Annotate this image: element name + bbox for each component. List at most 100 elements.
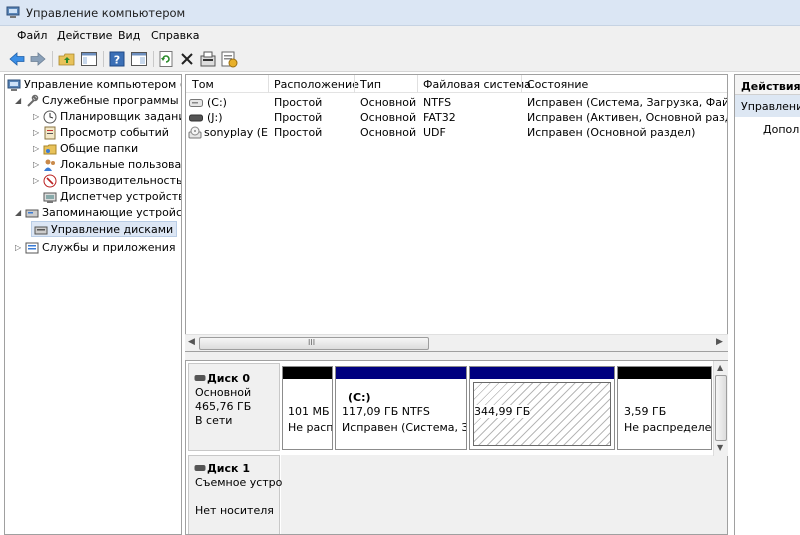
tree-item-label: Службы и приложения [42, 241, 176, 254]
export-icon[interactable] [220, 50, 238, 68]
expanded-arrow-icon[interactable]: ◢ [15, 93, 25, 109]
clock-icon [43, 110, 57, 124]
forward-arrow-icon[interactable] [29, 50, 47, 68]
column-divider[interactable] [521, 75, 522, 93]
event-viewer-icon [44, 126, 56, 140]
tree-item-event-viewer[interactable]: ▷ Просмотр событий [33, 125, 169, 141]
volume-filesystem: NTFS [423, 96, 452, 109]
partition-c[interactable]: (C:) 117,09 ГБ NTFS Исправен (Система, З… [335, 366, 467, 450]
scroll-right-icon[interactable]: ▶ [716, 337, 723, 347]
up-folder-icon[interactable] [58, 50, 76, 68]
collapsed-arrow-icon[interactable]: ▷ [33, 157, 43, 173]
collapsed-arrow-icon[interactable]: ▷ [33, 125, 43, 141]
scrollbar-thumb[interactable]: III [199, 337, 429, 350]
cd-drive-icon [188, 126, 202, 139]
tree-item-system-tools[interactable]: ◢ Служебные программы [15, 93, 179, 109]
services-icon [25, 242, 39, 254]
disk-0-label[interactable]: Диск 0 Основной 465,76 ГБ В сети [188, 363, 280, 451]
disk-state: Нет носителя [195, 504, 274, 517]
tree-item-label: Локальные пользовате [60, 158, 182, 171]
title-bar: Управление компьютером [0, 0, 800, 26]
actions-section-disk-management[interactable]: Управление [735, 95, 800, 117]
back-arrow-icon[interactable] [8, 50, 26, 68]
disk-icon [194, 375, 206, 381]
refresh-icon[interactable] [157, 50, 175, 68]
column-header-status[interactable]: Состояние [527, 78, 588, 91]
volume-type: Основной [360, 96, 417, 109]
scroll-left-icon[interactable]: ◀ [188, 337, 195, 347]
partition-unallocated-small[interactable]: 101 МБ Не расп [282, 366, 333, 450]
column-header-type[interactable]: Тип [360, 78, 381, 91]
disk-name: Диск 0 [207, 372, 250, 385]
drive-icon [189, 99, 203, 107]
collapsed-arrow-icon[interactable]: ▷ [33, 141, 43, 157]
properties-icon[interactable] [199, 50, 217, 68]
scroll-down-icon[interactable]: ▼ [717, 443, 723, 452]
performance-icon [43, 174, 57, 188]
column-header-layout[interactable]: Расположение [274, 78, 359, 91]
tree-item-label: Производительность [60, 174, 182, 187]
tree-item-disk-management[interactable]: Управление дисками [31, 221, 177, 237]
users-icon [44, 159, 55, 171]
column-header-volume[interactable]: Том [192, 78, 214, 91]
disk-1-label[interactable]: Диск 1 Съемное устро Нет носителя [188, 455, 282, 534]
partition-selected[interactable]: 344,99 ГБ [469, 366, 615, 450]
partition-size: 344,99 ГБ [474, 405, 531, 418]
menu-view[interactable]: Вид [118, 29, 140, 42]
volume-list: Том Расположение Тип Файловая система Со… [185, 74, 728, 352]
volume-filesystem: FAT32 [423, 111, 456, 124]
computer-management-icon [7, 79, 21, 91]
expanded-arrow-icon[interactable]: ◢ [15, 205, 25, 221]
actions-pane: Действия Управление Дополн [734, 74, 800, 535]
horizontal-scrollbar[interactable]: ◀ III ▶ [185, 334, 728, 351]
table-row[interactable]: (J:) Простой Основной FAT32 Исправен (Ак… [186, 110, 727, 126]
menu-help[interactable]: Справка [151, 29, 199, 42]
menu-action[interactable]: Действие [57, 29, 112, 42]
tree-item-task-scheduler[interactable]: ▷ Планировщик заданий [33, 109, 181, 125]
properties-view-icon[interactable] [130, 50, 148, 68]
tree-item-computer-management[interactable]: Управление компьютером (л [7, 77, 181, 93]
scrollbar-grip: III [308, 338, 316, 347]
toolbar-separator [153, 51, 154, 67]
table-row[interactable]: sonyplay (E:) Простой Основной UDF Испра… [186, 125, 727, 141]
help-icon[interactable]: ? [108, 50, 126, 68]
storage-icon [25, 209, 39, 218]
column-divider[interactable] [417, 75, 418, 93]
disk-graphical-view: Диск 0 Основной 465,76 ГБ В сети 101 МБ … [185, 360, 728, 535]
delete-icon[interactable] [178, 50, 196, 68]
volume-type: Основной [360, 111, 417, 124]
volume-layout: Простой [274, 111, 323, 124]
volume-name: sonyplay (E:) [204, 126, 268, 139]
device-manager-icon [43, 192, 57, 203]
show-hide-tree-icon[interactable] [80, 50, 98, 68]
svg-text:?: ? [114, 54, 120, 67]
partition-size: 3,59 ГБ [624, 405, 667, 418]
shared-folder-icon [43, 144, 57, 155]
tree-item-shared-folders[interactable]: ▷ Общие папки [33, 141, 138, 157]
collapsed-arrow-icon[interactable]: ▷ [33, 109, 43, 125]
tree-item-local-users[interactable]: ▷ Локальные пользовате [33, 157, 182, 173]
pane-splitter[interactable] [185, 352, 728, 360]
disk-management-icon [34, 226, 48, 235]
tree-item-performance[interactable]: ▷ Производительность [33, 173, 182, 189]
table-row[interactable]: (C:) Простой Основной NTFS Исправен (Сис… [186, 95, 727, 111]
toolbar: ? [0, 46, 800, 72]
disk-state: В сети [195, 414, 233, 427]
tree-item-storage[interactable]: ◢ Запоминающие устройст [15, 205, 181, 221]
menu-file[interactable]: Файл [17, 29, 47, 42]
collapsed-arrow-icon[interactable]: ▷ [33, 173, 43, 189]
toolbar-separator [52, 51, 53, 67]
tree-item-device-manager[interactable]: Диспетчер устройств [43, 189, 181, 205]
tree-item-label: Просмотр событий [60, 126, 169, 139]
vertical-scrollbar[interactable]: ▲ ▼ [713, 361, 728, 456]
partition-unallocated[interactable]: 3,59 ГБ Не распределен [617, 366, 712, 450]
tree-item-services-apps[interactable]: ▷ Службы и приложения [15, 240, 175, 256]
scrollbar-thumb[interactable] [715, 375, 727, 441]
scroll-up-icon[interactable]: ▲ [717, 363, 723, 372]
column-divider[interactable] [268, 75, 269, 93]
collapsed-arrow-icon[interactable]: ▷ [15, 240, 25, 256]
volume-list-header: Том Расположение Тип Файловая система Со… [186, 75, 727, 93]
column-divider[interactable] [354, 75, 355, 93]
column-header-filesystem[interactable]: Файловая система [423, 78, 531, 91]
actions-more[interactable]: Дополн [763, 123, 800, 136]
